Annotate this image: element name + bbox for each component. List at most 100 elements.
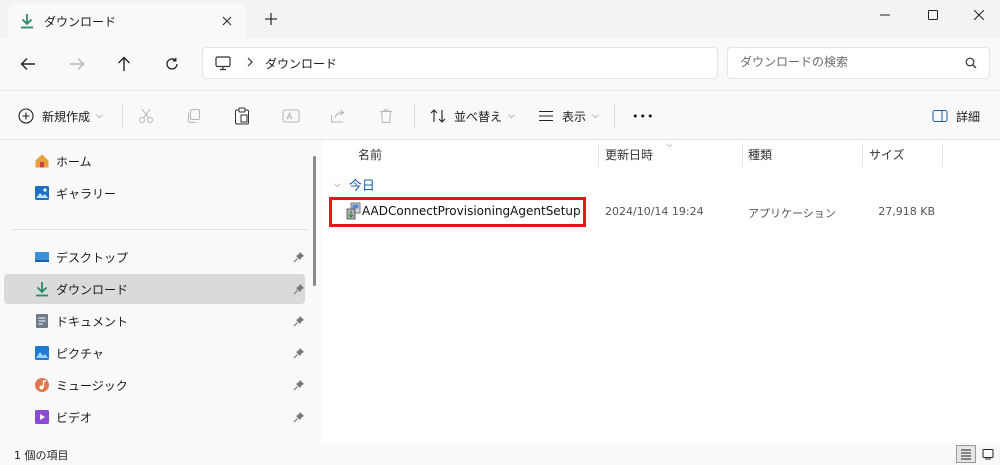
sidebar-item-videos[interactable]: ビデオ bbox=[4, 402, 305, 432]
desktop-icon bbox=[35, 252, 49, 262]
file-date: 2024/10/14 19:24 bbox=[605, 205, 704, 218]
chevron-down-icon: ⌵ bbox=[96, 111, 103, 121]
chevron-right-icon[interactable] bbox=[247, 56, 253, 70]
pin-icon[interactable] bbox=[293, 251, 305, 263]
paste-icon bbox=[235, 107, 249, 125]
refresh-button[interactable] bbox=[158, 51, 186, 77]
rename-icon bbox=[282, 109, 300, 123]
details-view-button[interactable] bbox=[956, 445, 976, 463]
forward-button[interactable] bbox=[63, 51, 91, 77]
sidebar-item-label: ホーム bbox=[56, 154, 92, 169]
sidebar-item-pictures[interactable]: ピクチャ bbox=[4, 338, 305, 368]
rename-button[interactable] bbox=[282, 104, 300, 128]
share-icon bbox=[331, 109, 345, 123]
group-label: 今日 bbox=[348, 179, 375, 194]
sidebar-item-desktop[interactable]: デスクトップ bbox=[4, 242, 305, 272]
file-list: 名前 ⌵ 更新日時 種類 サイズ ⌵ 今日 AADConnectProvisio… bbox=[322, 140, 1000, 443]
new-label: 新規作成 bbox=[42, 109, 91, 124]
tiles-view-icon bbox=[982, 449, 994, 460]
column-header-name[interactable]: 名前 bbox=[358, 146, 382, 163]
more-icon: ••• bbox=[632, 109, 655, 123]
view-button[interactable]: 表示 ⌵ bbox=[538, 104, 599, 128]
pin-icon[interactable] bbox=[293, 315, 305, 327]
minimize-icon bbox=[880, 14, 890, 16]
view-icon bbox=[539, 110, 553, 122]
more-options-button[interactable]: ••• bbox=[632, 104, 654, 128]
sidebar-scrollbar[interactable] bbox=[313, 156, 316, 286]
maximize-button[interactable] bbox=[910, 0, 956, 30]
sort-button[interactable]: 並べ替え ⌵ bbox=[430, 104, 515, 128]
new-tab-button[interactable] bbox=[262, 11, 280, 29]
delete-button[interactable] bbox=[378, 104, 394, 128]
sidebar-item-downloads[interactable]: ダウンロード bbox=[4, 274, 305, 304]
cut-button[interactable] bbox=[138, 104, 154, 128]
sidebar-item-gallery[interactable]: ギャラリー bbox=[4, 178, 305, 208]
pin-icon[interactable] bbox=[293, 283, 305, 295]
status-bar: 1 個の項目 bbox=[0, 443, 1000, 465]
arrow-left-icon bbox=[20, 58, 35, 70]
close-window-button[interactable] bbox=[956, 0, 1000, 30]
details-pane-button[interactable]: 詳細 bbox=[932, 104, 980, 128]
highlight-box bbox=[329, 197, 586, 227]
pin-icon[interactable] bbox=[293, 347, 305, 359]
pin-icon[interactable] bbox=[293, 411, 305, 423]
file-type: アプリケーション bbox=[748, 207, 836, 220]
minimize-button[interactable] bbox=[862, 0, 908, 30]
search-icon[interactable] bbox=[965, 57, 977, 72]
sidebar-item-documents[interactable]: ドキュメント bbox=[4, 306, 305, 336]
toolbar-divider bbox=[414, 103, 415, 129]
trash-icon bbox=[380, 109, 392, 123]
tiles-view-button[interactable] bbox=[978, 445, 998, 463]
refresh-icon bbox=[166, 57, 178, 70]
sort-label: 並べ替え bbox=[454, 109, 503, 124]
back-button[interactable] bbox=[14, 51, 42, 77]
chevron-down-icon: ⌵ bbox=[508, 111, 515, 121]
column-header-type[interactable]: 種類 bbox=[748, 146, 772, 163]
details-pane-icon bbox=[932, 110, 948, 122]
breadcrumb-downloads[interactable]: ダウンロード bbox=[265, 55, 337, 72]
up-button[interactable] bbox=[110, 51, 138, 77]
pin-icon[interactable] bbox=[293, 379, 305, 391]
item-count: 1 個の項目 bbox=[14, 449, 69, 462]
column-divider[interactable] bbox=[942, 143, 943, 167]
column-header-size[interactable]: サイズ bbox=[869, 146, 905, 163]
chevron-down-icon: ⌵ bbox=[592, 111, 599, 121]
group-header-today[interactable]: ⌵ 今日 bbox=[334, 175, 375, 194]
share-button[interactable] bbox=[330, 104, 346, 128]
sidebar-item-label: デスクトップ bbox=[56, 250, 129, 265]
sidebar-item-label: ダウンロード bbox=[56, 282, 129, 297]
plus-icon bbox=[265, 13, 277, 25]
video-icon bbox=[35, 410, 49, 424]
download-icon bbox=[36, 282, 48, 297]
column-divider[interactable] bbox=[862, 143, 863, 167]
details-label: 詳細 bbox=[956, 109, 981, 124]
music-icon bbox=[35, 378, 49, 392]
file-size: 27,918 KB bbox=[878, 205, 935, 218]
close-icon bbox=[974, 10, 984, 20]
sidebar-item-home[interactable]: ホーム bbox=[4, 146, 305, 176]
cut-icon bbox=[139, 108, 153, 123]
search-input[interactable] bbox=[740, 55, 950, 69]
close-icon bbox=[222, 16, 232, 26]
paste-button[interactable] bbox=[234, 104, 250, 128]
view-label: 表示 bbox=[562, 109, 587, 124]
download-icon bbox=[21, 14, 33, 29]
column-header-date[interactable]: 更新日時 bbox=[605, 146, 653, 163]
maximize-icon bbox=[928, 10, 938, 20]
copy-button[interactable] bbox=[186, 104, 202, 128]
title-bar: ダウンロード bbox=[0, 0, 1000, 38]
address-bar[interactable]: ダウンロード bbox=[202, 47, 718, 79]
column-divider[interactable] bbox=[742, 143, 743, 167]
arrow-right-icon bbox=[70, 58, 85, 70]
document-icon bbox=[36, 314, 48, 328]
column-divider[interactable] bbox=[598, 143, 599, 167]
close-tab-button[interactable] bbox=[218, 12, 236, 30]
picture-icon bbox=[35, 346, 49, 360]
home-icon bbox=[35, 154, 49, 168]
new-button[interactable]: 新規作成 ⌵ bbox=[18, 104, 103, 128]
navigation-pane: ホーム ギャラリー デスクトップ ダウンロード ドキュメント ピクチャ ミュージ… bbox=[0, 140, 322, 443]
sidebar-item-label: ギャラリー bbox=[56, 186, 117, 201]
search-box[interactable] bbox=[727, 47, 990, 79]
tab-downloads[interactable]: ダウンロード bbox=[8, 4, 246, 38]
sidebar-item-music[interactable]: ミュージック bbox=[4, 370, 305, 400]
